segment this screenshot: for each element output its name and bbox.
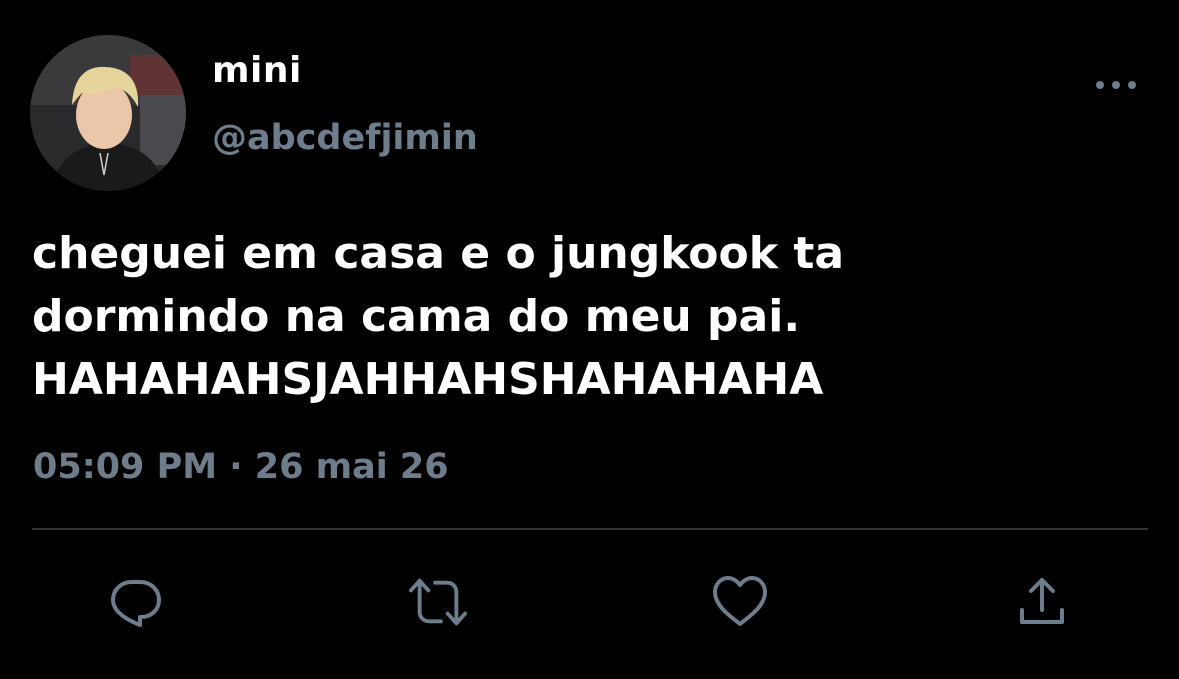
heart-icon [713, 576, 767, 626]
more-dot [1128, 81, 1136, 89]
avatar[interactable] [30, 35, 186, 191]
more-dot [1112, 81, 1120, 89]
retweet-arrows-icon [408, 578, 468, 626]
tweet-card: mini @abcdefjimin cheguei em casa e o ju… [0, 0, 1179, 679]
avatar-photo [30, 35, 186, 191]
share-button[interactable] [1012, 572, 1072, 632]
user-handle[interactable]: @abcdefjimin [212, 118, 478, 158]
tweet-text-line: cheguei em casa e o jungkook ta [32, 228, 845, 279]
divider [32, 528, 1148, 530]
tweet-text: cheguei em casa e o jungkook ta dormindo… [32, 222, 1132, 411]
display-name[interactable]: mini [212, 50, 302, 91]
comment-bubble-icon [111, 580, 161, 627]
share-upload-icon [1020, 578, 1064, 624]
tweet-text-line: dormindo na cama do meu pai. [32, 291, 801, 342]
like-button[interactable] [710, 572, 770, 632]
reply-button[interactable] [106, 572, 166, 632]
tweet-timestamp[interactable]: 05:09 PM · 26 mai 26 [33, 447, 449, 487]
more-options-icon[interactable] [1096, 76, 1136, 94]
tweet-text-line: HAHAHAHSJAHHAHSHAHAHAHA [32, 354, 824, 405]
retweet-button[interactable] [408, 572, 468, 632]
more-dot [1096, 81, 1104, 89]
